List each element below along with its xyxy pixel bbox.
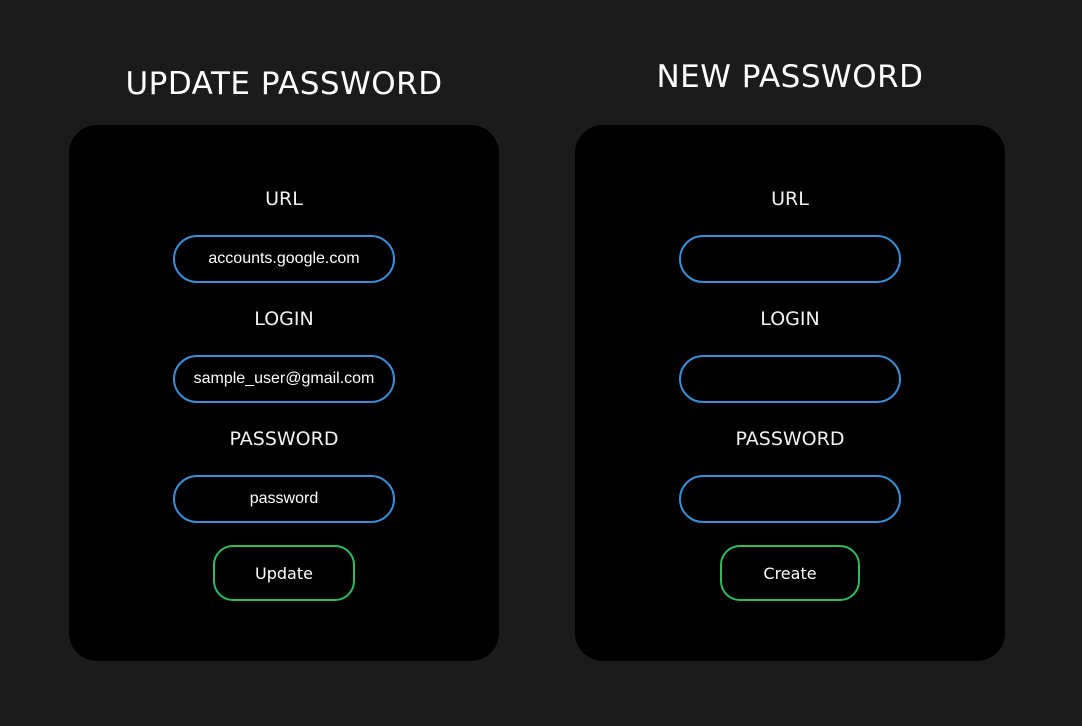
update-password-title: UPDATE PASSWORD [125, 66, 443, 102]
new-password-title: NEW PASSWORD [656, 59, 924, 95]
update-password-card: URL LOGIN PASSWORD Update [69, 125, 499, 661]
login-input[interactable] [173, 355, 395, 403]
new-password-card: URL LOGIN PASSWORD Create [575, 125, 1005, 661]
password-label: PASSWORD [229, 428, 339, 450]
url-input[interactable] [173, 235, 395, 283]
login-label: LOGIN [760, 308, 820, 330]
update-button[interactable]: Update [213, 545, 355, 601]
password-input[interactable] [173, 475, 395, 523]
url-label: URL [771, 188, 809, 210]
create-button[interactable]: Create [720, 545, 860, 601]
url-label: URL [265, 188, 303, 210]
password-input[interactable] [679, 475, 901, 523]
login-input[interactable] [679, 355, 901, 403]
login-label: LOGIN [254, 308, 314, 330]
url-input[interactable] [679, 235, 901, 283]
password-label: PASSWORD [735, 428, 845, 450]
